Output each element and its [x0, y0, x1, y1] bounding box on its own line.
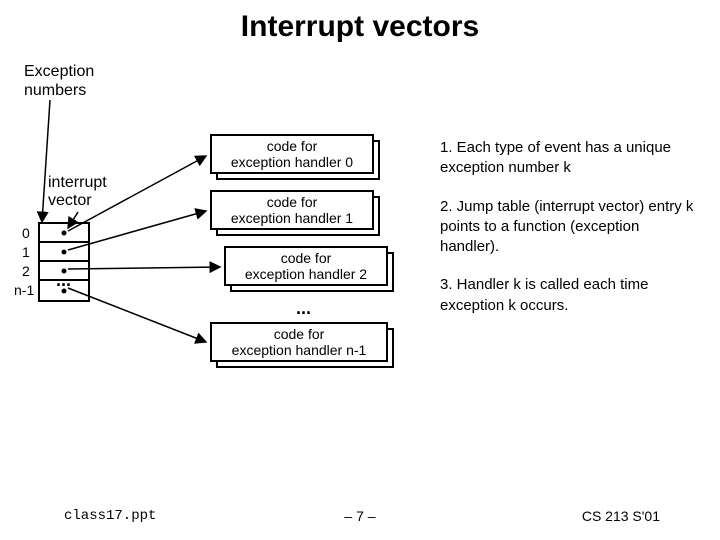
handler-label: code for exception handler 2: [224, 246, 388, 286]
vector-ellipsis: ...: [56, 270, 71, 291]
dot-icon: [62, 249, 67, 254]
note-item: 2. Jump table (interrupt vector) entry k…: [440, 197, 700, 258]
handler-label: code for exception handler 0: [210, 134, 374, 174]
dot-icon: [62, 230, 67, 235]
row-index: 2: [22, 262, 30, 281]
subtitle-text: Exception numbers: [24, 63, 94, 99]
page-title: Interrupt vectors: [0, 10, 720, 44]
footer-course: CS 213 S'01: [582, 508, 660, 524]
slide: Interrupt vectors Exception numbers inte…: [0, 0, 720, 540]
row-index: n-1: [14, 281, 34, 300]
handler-box: code for exception handler n-1 code for …: [210, 322, 390, 366]
handler-box: code for exception handler 2: [224, 246, 404, 290]
note-item: 3. Handler k is called each time excepti…: [440, 275, 700, 316]
notes: 1. Each type of event has a unique excep…: [440, 138, 700, 334]
vector-label-text: interrupt vector: [48, 174, 107, 209]
handler-text: code for exception handler 0: [231, 138, 353, 170]
row-index: 0: [22, 224, 30, 243]
handler-text: code for exception handler n-1: [232, 326, 367, 358]
vector-label: interrupt vector: [48, 174, 107, 211]
note-item: 1. Each type of event has a unique excep…: [440, 138, 700, 179]
table-row: 1: [40, 243, 88, 262]
table-row: 0: [40, 224, 88, 243]
handler-label: code for exception handler 1: [210, 190, 374, 230]
handler-text: code for exception handler 1: [231, 194, 353, 226]
handler-box: code for exception handler 1: [210, 190, 390, 234]
handler-box: code for exception handler 0: [210, 134, 390, 178]
handler-label: code for exception handler n-1: [210, 322, 388, 362]
handler-text: code for exception handler 2: [245, 250, 367, 282]
handlers-ellipsis: ...: [296, 298, 311, 319]
row-index: 1: [22, 243, 30, 262]
subtitle: Exception numbers: [24, 62, 94, 100]
